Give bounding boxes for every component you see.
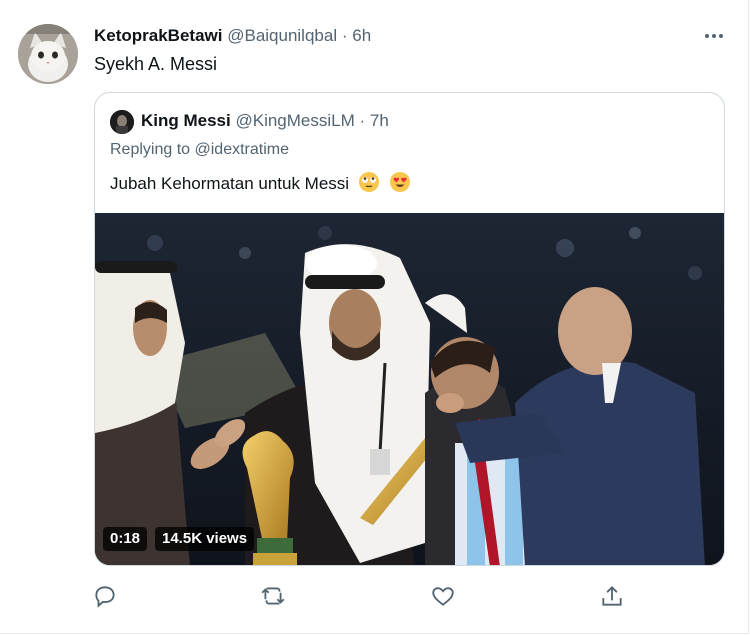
tweet-header: KetoprakBetawi @Baiqunilqbal · 6h — [94, 26, 371, 46]
retweet-icon[interactable] — [260, 583, 286, 609]
video-player[interactable]: 0:18 14.5K views — [95, 213, 724, 565]
quoted-text: Jubah Kehormatan untuk Messi — [110, 171, 411, 198]
quoted-text-body: Jubah Kehormatan untuk Messi — [110, 174, 350, 193]
quoted-separator: · — [359, 111, 366, 130]
replying-prefix: Replying to — [110, 141, 191, 158]
quoted-handle[interactable]: @KingMessiLM — [235, 111, 354, 130]
replying-to-handle[interactable]: @idextratime — [195, 141, 290, 158]
face-with-rolling-eyes-icon — [358, 171, 380, 198]
quoted-avatar[interactable] — [110, 110, 134, 134]
quoted-display-name[interactable]: King Messi — [141, 111, 231, 130]
like-icon[interactable] — [430, 583, 456, 609]
tweet-text: Syekh A. Messi — [94, 54, 218, 74]
replying-to: Replying to @idextratime — [110, 141, 289, 159]
video-views-badge: 14.5K views — [155, 527, 255, 551]
quoted-header: King Messi @KingMessiLM · 7h — [141, 111, 389, 131]
handle[interactable]: @Baiqunilqbal — [227, 26, 337, 45]
quoted-tweet[interactable]: King Messi @KingMessiLM · 7h Replying to… — [94, 92, 725, 566]
heart-eyes-icon — [389, 171, 411, 198]
share-icon[interactable] — [599, 583, 625, 609]
more-options-icon[interactable] — [702, 24, 726, 48]
video-duration-badge: 0:18 — [103, 527, 148, 551]
display-name[interactable]: KetoprakBetawi — [94, 26, 222, 45]
reply-icon[interactable] — [92, 583, 118, 609]
avatar[interactable] — [18, 24, 78, 84]
separator: · — [341, 26, 348, 45]
action-bar — [0, 583, 750, 609]
quoted-timestamp[interactable]: 7h — [370, 111, 389, 130]
timestamp[interactable]: 6h — [352, 26, 371, 45]
